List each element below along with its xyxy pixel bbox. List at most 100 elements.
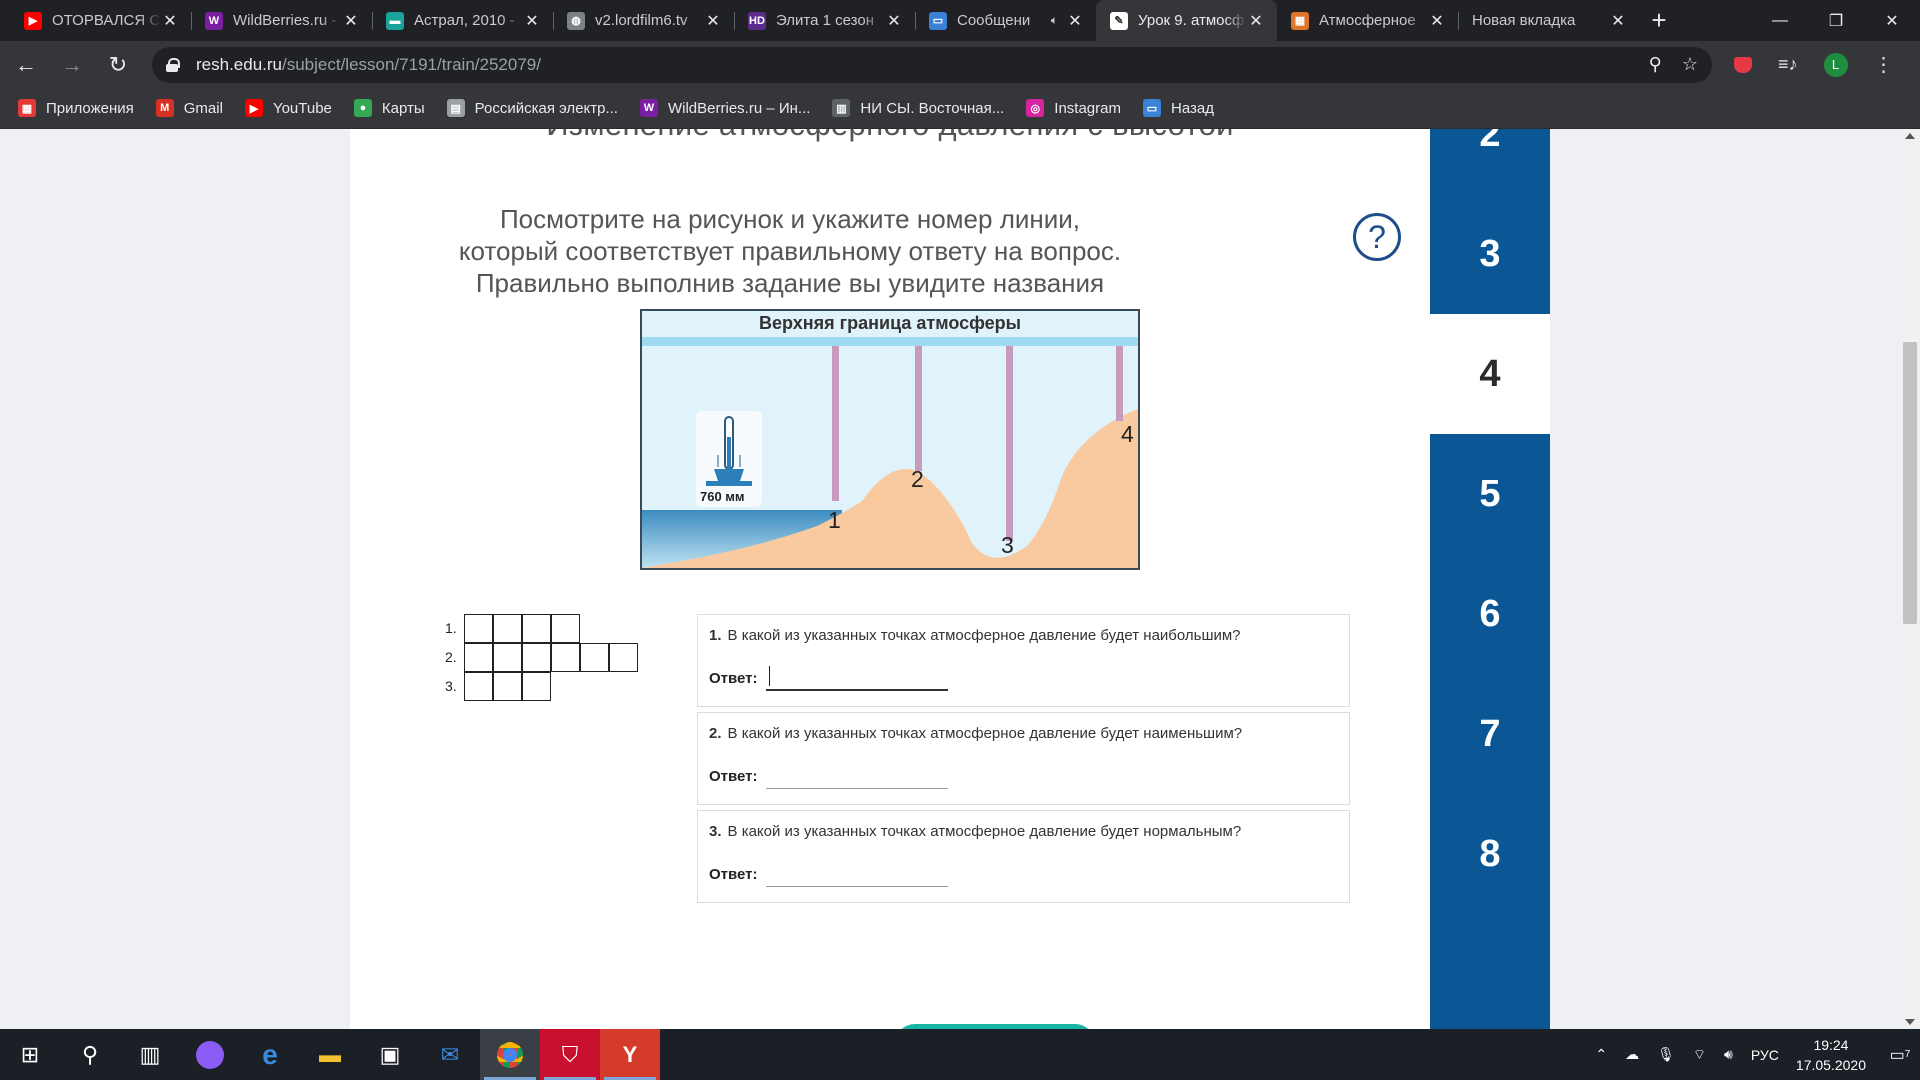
answer-input-1[interactable] [766,660,948,691]
task-nav-item[interactable]: 3 [1430,194,1550,314]
browser-tab[interactable]: ◍ v2.lordfilm6.tv ✕ [553,0,734,41]
back-arrow-icon[interactable]: ← [6,47,46,83]
browser-tab[interactable]: ▭ Сообщени 🔈︎ ✕ [915,0,1096,41]
tab-close-icon[interactable]: ✕ [342,12,360,30]
chrome-icon[interactable] [480,1029,540,1080]
tab-close-icon[interactable]: ✕ [1609,12,1627,30]
task-view-icon[interactable]: ▥ [120,1029,180,1080]
search-icon[interactable]: ⚲ [60,1029,120,1080]
answer-input-2[interactable] [766,758,948,789]
edge-browser-icon[interactable]: e [240,1029,300,1080]
bookmark-item[interactable]: ● Карты [353,99,425,117]
bookmark-item[interactable]: ◎ Instagram [1026,99,1121,117]
bookmark-item[interactable]: ▤ Российская электр... [446,99,618,117]
tab-audio-icon[interactable]: 🔈︎ [1051,13,1058,28]
clock[interactable]: 19:24 17.05.2020 [1796,1035,1866,1075]
task-nav-item[interactable]: 4 [1430,314,1550,434]
forward-arrow-icon[interactable]: → [52,47,92,83]
alice-assistant-icon[interactable] [180,1029,240,1080]
menu-dots-icon[interactable]: ⋮ [1874,52,1894,77]
tab-close-icon[interactable]: ✕ [1428,12,1446,30]
tab-close-icon[interactable]: ✕ [704,12,722,30]
notification-center-icon[interactable]: ▭ 7 [1880,1029,1920,1080]
microphone-icon[interactable]: 🎙︎ [1657,1046,1675,1063]
bookmark-item[interactable]: ▥ НИ СЫ. Восточная... [832,99,1004,117]
scroll-thumb[interactable] [1903,342,1917,624]
book-icon: ▥ [832,99,851,117]
bookmark-label: НИ СЫ. Восточная... [860,99,1005,117]
minimize-icon[interactable]: — [1752,0,1808,41]
file-explorer-icon[interactable]: ▬ [300,1029,360,1080]
clock-time: 19:24 [1813,1036,1849,1053]
windows-start-icon[interactable]: ⊞ [0,1029,60,1080]
reload-icon[interactable]: ↻ [98,47,138,83]
tab-close-icon[interactable]: ✕ [161,12,179,30]
volume-icon[interactable]: 🔊︎ [1724,1046,1733,1063]
instagram-icon: ◎ [1026,99,1045,117]
language-indicator[interactable]: РУС [1751,1047,1779,1063]
lock-icon[interactable] [166,57,180,72]
close-window-icon[interactable]: ✕ [1864,0,1920,41]
bookmark-star-icon[interactable]: ☆ [1682,54,1698,75]
new-tab-button[interactable]: + [1639,0,1679,41]
help-button[interactable]: ? [1353,213,1401,261]
crossword-cell [493,672,522,701]
wifi-icon[interactable]: ⌔ [1693,1046,1706,1064]
scroll-down-arrow-icon[interactable] [1905,1019,1915,1025]
store-icon[interactable]: ▣ [360,1029,420,1080]
tab-title: Атмосферное [1319,12,1416,29]
system-tray: ⌃ ☁ 🎙︎ ⌔ 🔊︎ РУС 19:24 17.05.2020 ▭ 7 [1586,1029,1920,1080]
bookmark-item[interactable]: W WildBerries.ru – Ин... [639,99,810,117]
page-viewport: Изменение атмосферного давления с высото… [0,129,1920,1029]
tab-close-icon[interactable]: ✕ [1247,12,1265,30]
bookmark-item[interactable]: M Gmail [155,99,223,117]
task-nav-item[interactable]: 2 [1430,129,1550,194]
youtube-icon: ▶ [244,99,263,117]
bookmark-item[interactable]: ▦ Приложения [18,99,134,117]
question-1: 1. В какой из указанных точках атмосферно… [697,614,1350,707]
answer-input-3[interactable] [766,856,948,887]
tab-list: ▶ ОТОРВАЛСЯ С ✕ W WildBerries.ru - ✕ ▬ Астрал, … [0,0,1639,41]
media-control-icon[interactable]: ≡♪ [1778,54,1798,75]
browser-tab[interactable]: ▶ ОТОРВАЛСЯ С ✕ [10,0,191,41]
mail-icon[interactable]: ✉ [420,1029,480,1080]
page-scrollbar[interactable] [1900,129,1920,1029]
onedrive-cloud-icon[interactable]: ☁ [1625,1046,1639,1063]
bookmark-item[interactable]: ▶ YouTube [244,99,332,117]
tab-close-icon[interactable]: ✕ [885,12,903,30]
task-nav-item[interactable]: 5 [1430,434,1550,554]
message-icon: ▭ [1142,99,1161,117]
wildberries-icon: W [639,99,658,117]
task-navigation-sidebar: 2345678 [1430,129,1550,1029]
crossword-cell [493,643,522,672]
task-nav-item[interactable]: 6 [1430,554,1550,674]
restore-icon[interactable]: ❐ [1808,0,1864,41]
browser-tab[interactable]: Новая вкладка ✕ [1458,0,1639,41]
bookmark-item[interactable]: ▭ Назад [1142,99,1214,117]
task-nav-item[interactable]: 8 [1430,794,1550,914]
tab-close-icon[interactable]: ✕ [1066,12,1084,30]
scroll-up-arrow-icon[interactable] [1905,133,1915,139]
figure-top-label: Верхняя граница атмосферы [642,311,1138,337]
bookmark-label: Gmail [183,99,223,117]
point-label-2: 2 [911,466,924,492]
browser-tab[interactable]: ▬ Астрал, 2010 - ✕ [372,0,553,41]
browser-tab[interactable]: ✎ Урок 9. атмосф ✕ [1096,0,1277,41]
mcafee-icon[interactable]: ⛉ [540,1029,600,1080]
browser-tab[interactable]: W WildBerries.ru - ✕ [191,0,372,41]
crossword-cell [551,614,580,643]
profile-avatar[interactable]: L [1823,52,1848,77]
answer-label: Ответ: [709,670,758,687]
crossword-cell [464,672,493,701]
address-bar[interactable]: resh.edu.ru/subject/lesson/7191/train/25… [152,46,1712,83]
browser-tab[interactable]: ▦ Атмосферное ✕ [1277,0,1458,41]
browser-tab[interactable]: HD Элита 1 сезон ✕ [734,0,915,41]
zoom-search-icon[interactable]: ⚲ [1649,54,1662,75]
tab-close-icon[interactable]: ✕ [523,12,541,30]
atmosphere-boundary-band [642,337,1138,346]
task-nav-item[interactable]: 7 [1430,674,1550,794]
tray-chevron-icon[interactable]: ⌃ [1595,1046,1607,1063]
yandex-browser-icon[interactable]: Y [600,1029,660,1080]
bookmark-label: Карты [381,99,425,117]
pocket-extension-icon[interactable] [1734,56,1752,73]
